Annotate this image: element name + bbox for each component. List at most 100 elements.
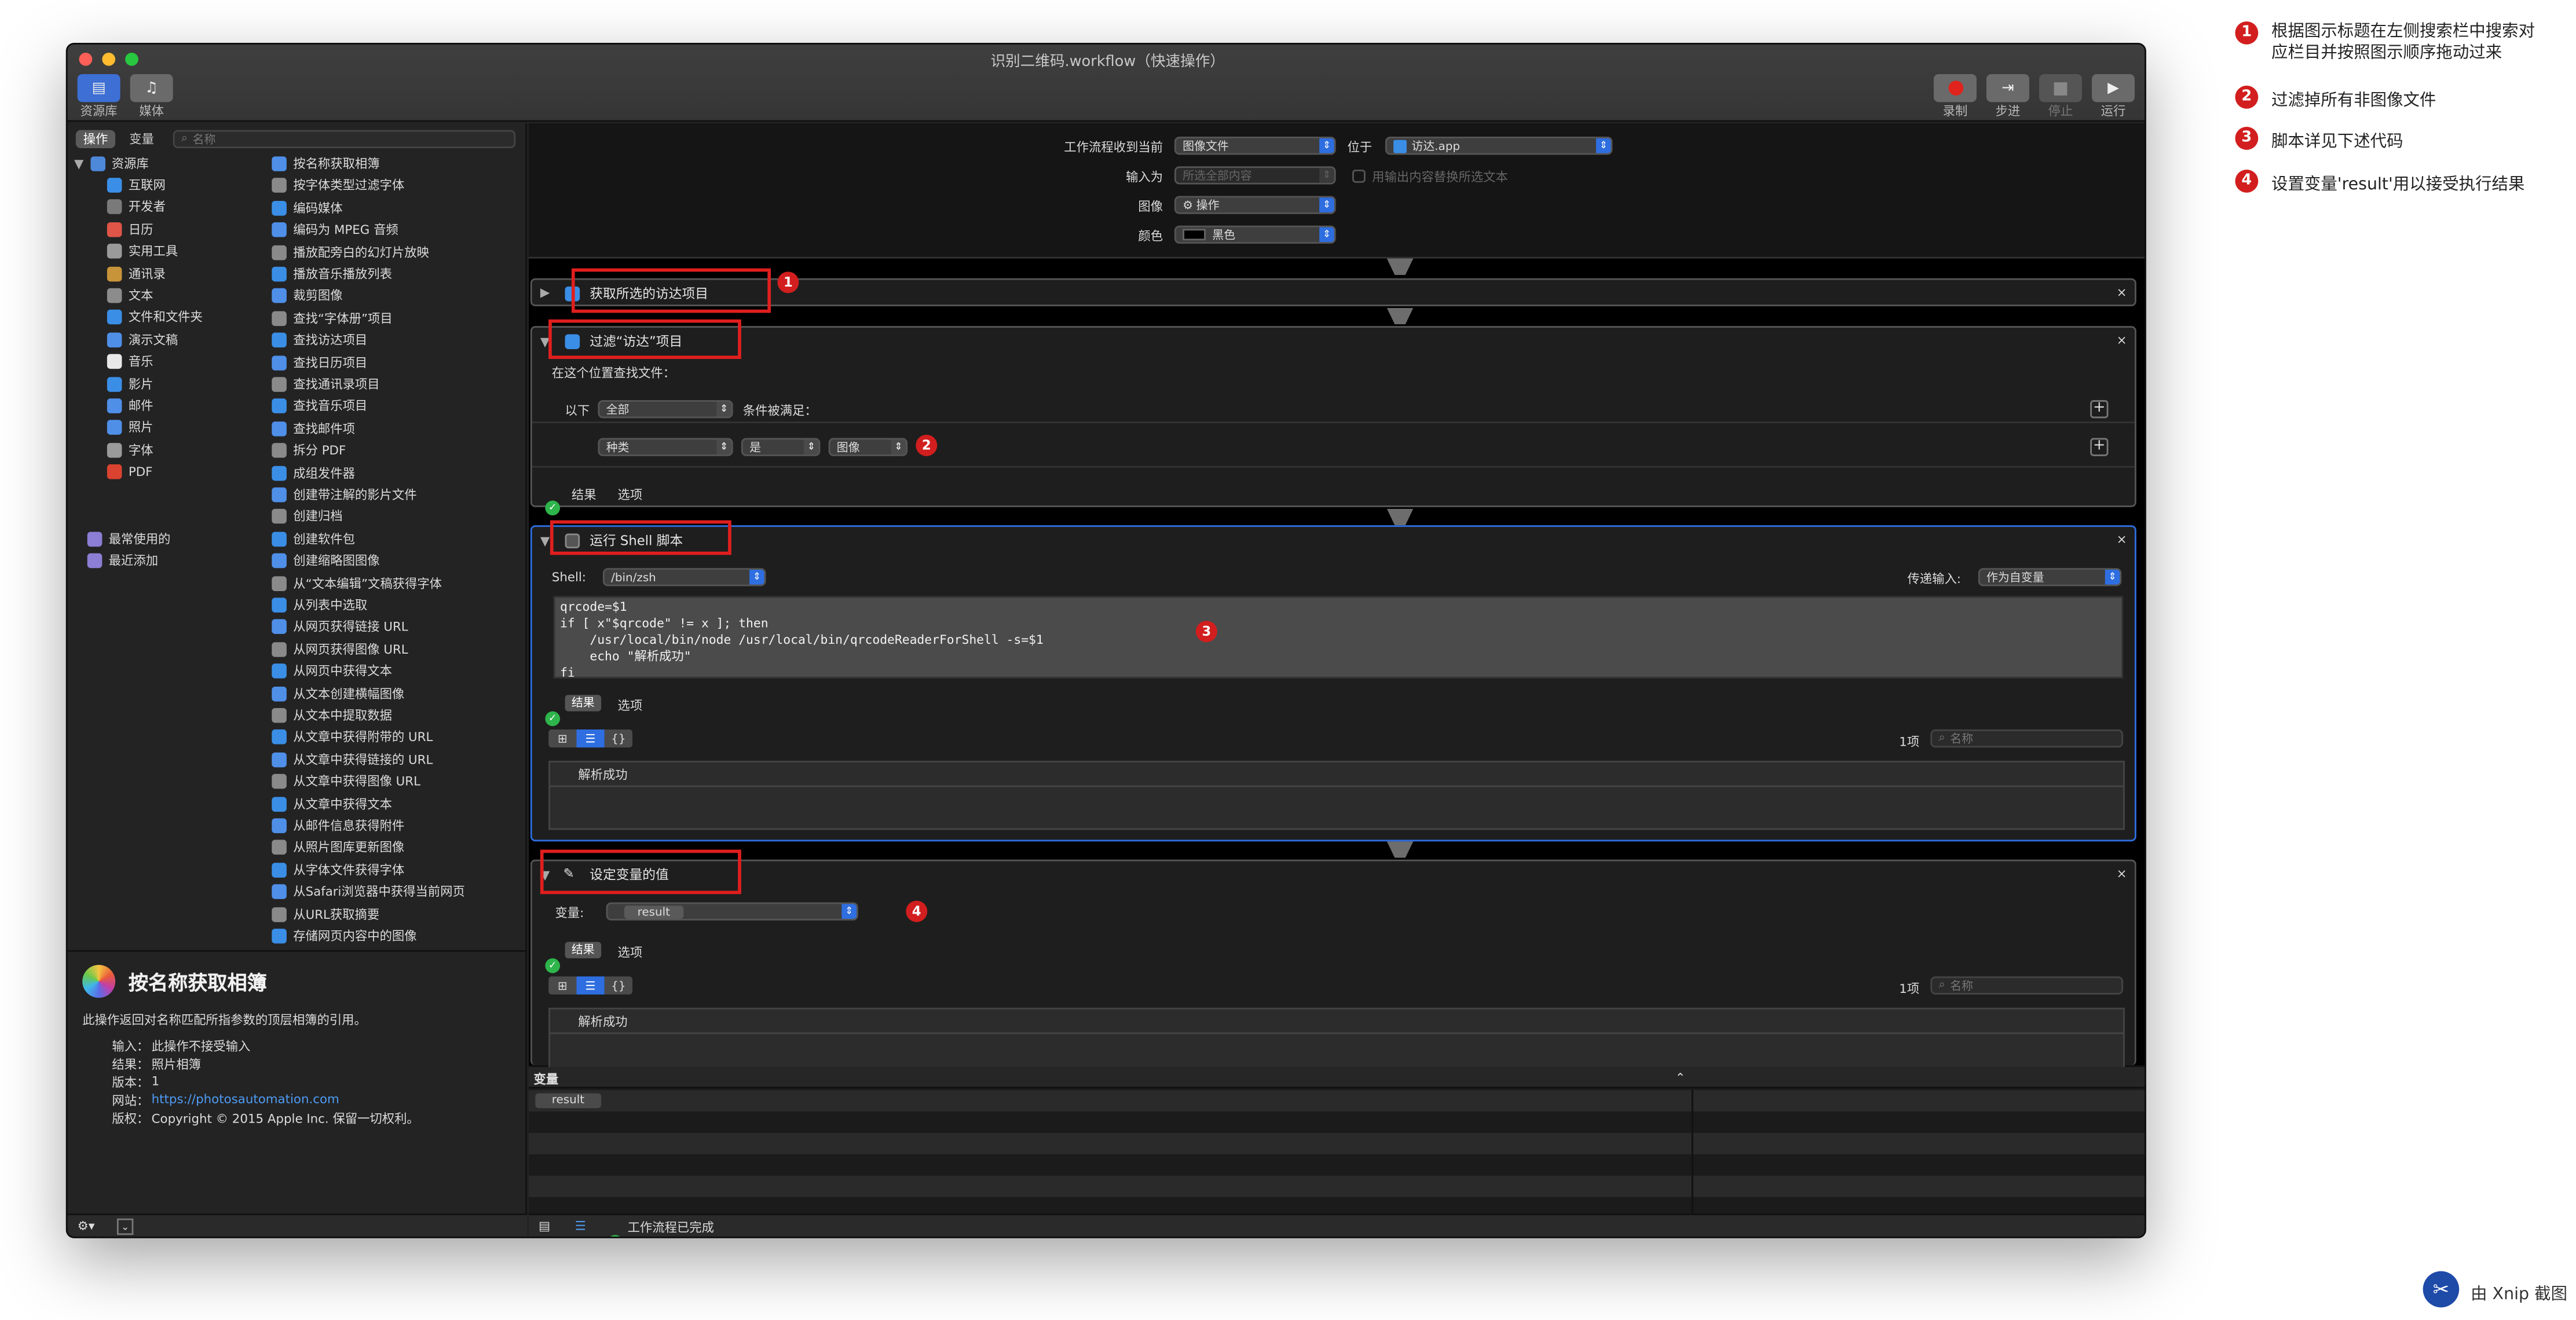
library-root[interactable]: ▼ 资源库 [74, 153, 149, 175]
variable-token[interactable]: result [535, 1093, 601, 1109]
action-list-item[interactable]: 从文章中获得图像 URL [272, 771, 420, 793]
action-list-item[interactable]: 从字体文件获得字体 [272, 859, 404, 881]
disclosure-triangle-icon[interactable]: ▼ [540, 533, 550, 548]
action-list-item[interactable]: 查找日历项目 [272, 351, 367, 373]
category-item[interactable]: 音乐 [107, 351, 153, 372]
action-list-item[interactable]: 从邮件信息获得附件 [272, 815, 404, 837]
action-list-item[interactable]: 存储网页内容中的图像 [272, 925, 417, 947]
category-item[interactable]: 文件和文件夹 [107, 307, 203, 328]
tab-actions[interactable]: 操作 [75, 130, 116, 148]
action-list-item[interactable]: 从文本中提取数据 [272, 705, 392, 726]
action-list-item[interactable]: 从网页中获得文本 [272, 661, 392, 682]
application-select[interactable]: 访达.app ⇕ [1385, 137, 1613, 155]
action-list-item[interactable]: 从照片图库更新图像 [272, 837, 404, 859]
action-list-item[interactable]: 查找访达项目 [272, 329, 367, 351]
action-list-item[interactable]: 创建软件包 [272, 528, 355, 549]
pass-input-select[interactable]: 作为自变量 ⇕ [1978, 568, 2122, 586]
add-condition-button[interactable]: + [2090, 400, 2109, 419]
receives-select[interactable]: 图像文件 ⇕ [1174, 137, 1336, 155]
close-icon[interactable]: × [2117, 333, 2127, 348]
action-list-item[interactable]: 从URL获取摘要 [272, 903, 379, 925]
category-item[interactable]: 影片 [107, 373, 153, 394]
action-list-item[interactable]: 查找邮件项 [272, 418, 355, 439]
action-list-item[interactable]: 从网页获得链接 URL [272, 617, 408, 638]
result-search-input[interactable]: ⌕ 名称 [1930, 976, 2124, 995]
replace-checkbox[interactable] [1352, 169, 1366, 183]
icon-view-icon[interactable]: ⊞ [548, 729, 577, 748]
action-list-item[interactable]: 成组发件器 [272, 462, 355, 483]
list-view-icon[interactable]: ☰ [576, 729, 605, 748]
action-list-item[interactable]: 编码为 MPEG 音频 [272, 219, 398, 241]
result-search-input[interactable]: ⌕ 名称 [1930, 729, 2124, 748]
input-is-select[interactable]: 所选全部内容 ⇕ [1174, 166, 1336, 185]
step-button[interactable]: ⇥ [1986, 74, 2029, 102]
action-list-item[interactable]: 创建归档 [272, 506, 343, 527]
disclosure-triangle-icon[interactable]: ▶ [540, 285, 550, 300]
options-tab[interactable]: 选项 [618, 696, 643, 714]
add-rule-button[interactable]: + [2090, 438, 2109, 456]
script-editor[interactable]: qrcode=$1 if [ x"$qrcode" != x ]; then /… [553, 596, 2124, 679]
results-tab[interactable]: 结果 [572, 486, 597, 504]
category-item[interactable]: 通讯录 [107, 263, 166, 284]
action-list-item[interactable]: 从“文本编辑”文稿获得字体 [272, 573, 442, 594]
action-list-item[interactable]: 编码媒体 [272, 197, 343, 219]
result-row[interactable]: 解析成功 [578, 766, 627, 784]
category-item[interactable]: 开发者 [107, 197, 166, 218]
action-list-item[interactable]: 从文章中获得链接的 URL [272, 749, 433, 770]
action-list-item[interactable]: 查找音乐项目 [272, 396, 367, 417]
action-list-item[interactable]: 按名称获取相簿 [272, 153, 380, 175]
image-select[interactable]: ⚙ 操作 ⇕ [1174, 196, 1336, 214]
view-mode-segmented[interactable]: ⊞ ☰{} [548, 729, 633, 748]
results-tab[interactable]: 结果 [565, 941, 602, 959]
action-run-shell-script[interactable]: ▼ 运行 Shell 脚本 × Shell: /bin/zsh ⇕ 传递输入: 作… [530, 525, 2136, 842]
gear-menu-icon[interactable]: ⚙▾ [78, 1219, 95, 1234]
match-all-select[interactable]: 全部 ⇕ [598, 400, 733, 419]
variable-row[interactable]: result [528, 1090, 2145, 1112]
category-item[interactable]: 演示文稿 [107, 329, 178, 350]
action-list-item[interactable]: 创建带注解的影片文件 [272, 484, 417, 505]
options-tab[interactable]: 选项 [618, 944, 643, 962]
recent-used-item[interactable]: 最常使用的 [87, 529, 170, 550]
action-list-item[interactable]: 查找“字体册”项目 [272, 307, 393, 329]
action-list-item[interactable]: 从网页获得图像 URL [272, 639, 408, 660]
icon-view-icon[interactable]: ⊞ [548, 976, 577, 995]
action-list-item[interactable]: 播放配旁白的幻灯片放映 [272, 241, 429, 263]
category-item[interactable]: 邮件 [107, 395, 153, 417]
type-select[interactable]: 图像 ⇕ [828, 438, 908, 456]
log-toggle-icon[interactable]: ▤ [539, 1219, 550, 1234]
action-set-variable[interactable]: ▼ ✎ 设定变量的值 × 变量: result ⇕ ✓ 结果 选项 ⊞ ☰{} 1项… [530, 859, 2136, 1067]
braces-view-icon[interactable]: {} [604, 729, 633, 748]
action-list-item[interactable]: 查找通讯录项目 [272, 374, 380, 395]
info-website-link[interactable]: https://photosautomation.com [152, 1092, 339, 1107]
action-get-finder-items[interactable]: ▶ 获取所选的访达项目 × [530, 278, 2136, 307]
action-list-item[interactable]: 播放音乐播放列表 [272, 263, 392, 285]
options-tab[interactable]: 选项 [618, 486, 643, 504]
list-view-icon[interactable]: ☰ [576, 976, 605, 995]
action-list-item[interactable]: 按字体类型过滤字体 [272, 175, 404, 197]
action-list-item[interactable]: 从文章中获得文本 [272, 793, 392, 815]
result-row[interactable]: 解析成功 [578, 1013, 627, 1031]
category-item[interactable]: 日历 [107, 219, 153, 240]
category-item[interactable]: 文本 [107, 285, 153, 306]
tab-variables[interactable]: 变量 [122, 130, 161, 148]
kind-select[interactable]: 种类 ⇕ [598, 438, 733, 456]
category-item[interactable]: 照片 [107, 417, 153, 439]
color-select[interactable]: 黑色 ⇕ [1174, 225, 1336, 244]
action-list-item[interactable]: 从文本创建横幅图像 [272, 683, 404, 704]
category-item[interactable]: 字体 [107, 439, 153, 461]
category-item[interactable]: 实用工具 [107, 241, 178, 262]
action-list-item[interactable]: 从列表中选取 [272, 595, 367, 616]
action-list-item[interactable]: 从Safari浏览器中获得当前网页 [272, 881, 465, 903]
description-toggle-icon[interactable]: ⌄ [116, 1218, 134, 1235]
category-item[interactable]: PDF [107, 461, 152, 483]
is-select[interactable]: 是 ⇕ [741, 438, 821, 456]
workflow-view-icon[interactable]: ☰ [575, 1219, 586, 1234]
library-toggle-button[interactable]: ▤ [77, 74, 120, 102]
variable-select[interactable]: result ⇕ [606, 902, 858, 921]
action-list-item[interactable]: 创建缩略图图像 [272, 550, 380, 571]
shell-select[interactable]: /bin/zsh ⇕ [602, 568, 766, 586]
run-button[interactable]: ▶ [2092, 74, 2135, 102]
close-icon[interactable]: × [2117, 866, 2127, 881]
stop-button[interactable] [2039, 74, 2082, 102]
recent-added-item[interactable]: 最近添加 [87, 550, 158, 571]
